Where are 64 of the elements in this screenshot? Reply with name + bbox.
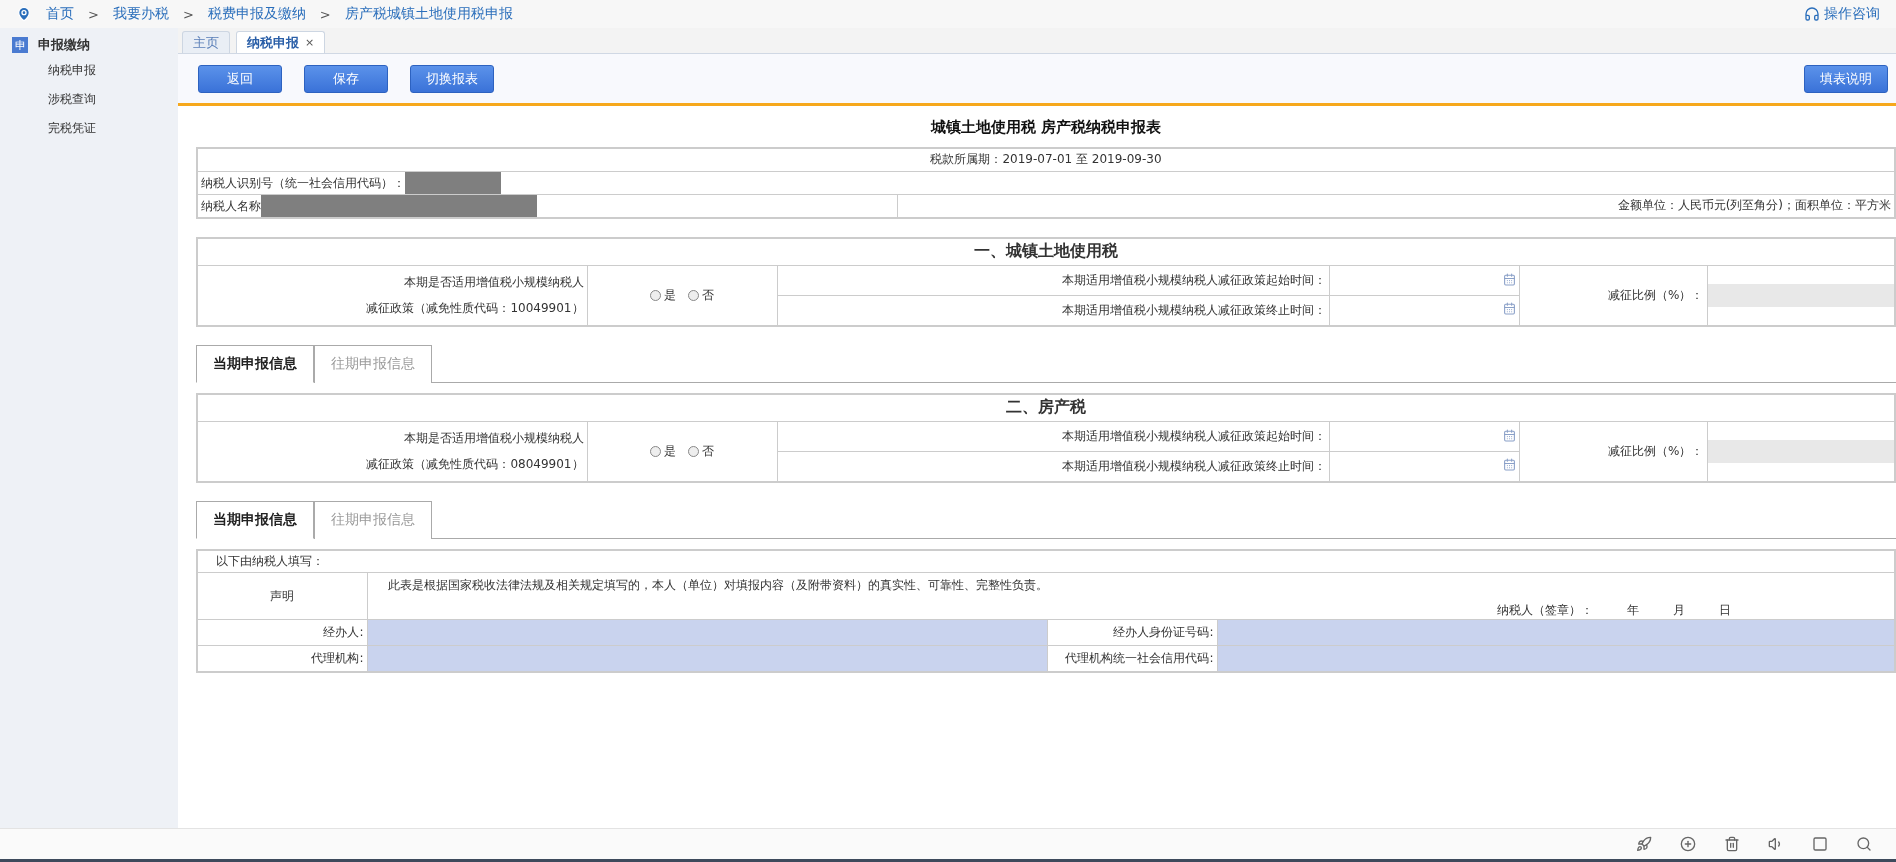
section-badge: 申 [12,37,28,53]
sidebar-item[interactable]: 涉税查询 [0,85,178,114]
radio-option[interactable]: 是 [650,442,676,460]
ratio-label: 减征比例（%）： [1519,265,1707,326]
location-pin-icon [16,6,32,22]
radio-option[interactable]: 否 [688,286,714,304]
question-text: 本期是否适用增值税小规模纳税人 [402,430,584,448]
breadcrumb-separator: > [319,6,331,22]
search-icon[interactable] [1856,836,1872,852]
policy-text: 减征政策（减免性质代码：10049901） [365,300,584,318]
sub-tab[interactable]: 往期申报信息 [314,500,432,539]
ratio-label: 减征比例（%）： [1519,421,1707,482]
breadcrumb-separator: > [182,6,194,22]
start-time-label: 本期适用增值税小规模纳税人减征政策起始时间： [777,421,1329,452]
sidebar-title: 申报缴纳 [38,36,90,54]
sub-tab[interactable]: 当期申报信息 [196,344,314,383]
toolbar-button[interactable]: 保存 [304,64,388,93]
form-title: 城镇土地使用税 房产税纳税申报表 [929,117,1163,138]
page-tab[interactable]: 纳税申报 × [236,31,326,53]
sidebar-item[interactable]: 完税凭证 [0,114,178,143]
sidebar-item[interactable]: 纳税申报 [0,56,178,85]
page-tab[interactable]: 主页 [182,31,230,53]
input-field[interactable] [367,619,1047,646]
toolbar-button[interactable]: 切换报表 [410,64,494,93]
breadcrumb-separator: > [88,6,99,22]
headset-icon[interactable] [1804,6,1820,22]
plus-circle-icon[interactable] [1680,836,1696,852]
calendar-icon[interactable] [1502,428,1516,442]
ratio-field[interactable] [1707,283,1894,307]
calendar-icon[interactable] [1502,272,1516,286]
input-field[interactable] [367,645,1047,672]
radio-option[interactable]: 是 [650,286,676,304]
question-text: 本期是否适用增值税小规模纳税人 [402,274,584,292]
help-link[interactable]: 操作咨询 [1824,5,1880,23]
instructions-button[interactable]: 填表说明 [1804,64,1888,93]
breadcrumb-link[interactable]: 税费申报及缴纳 [207,5,306,23]
rocket-icon[interactable] [1636,836,1652,852]
breadcrumb-link[interactable]: 首页 [46,5,74,23]
signature-label: 纳税人（签章）： [1497,602,1593,619]
field-label: 经办人: [197,619,367,646]
sub-tab[interactable]: 往期申报信息 [314,344,432,383]
year-label: 年 [1627,602,1639,619]
month-label: 月 [1673,602,1685,619]
start-time-label: 本期适用增值税小规模纳税人减征政策起始时间： [777,265,1329,296]
window-icon[interactable] [1812,836,1828,852]
field-label: 经办人身份证号码: [1047,619,1217,646]
close-tab-icon[interactable]: × [305,36,315,49]
ratio-field[interactable] [1707,439,1894,463]
trash-icon[interactable] [1724,836,1740,852]
input-field[interactable] [1217,619,1895,646]
radio-option[interactable]: 否 [688,442,714,460]
toolbar-button[interactable]: 返回 [198,64,282,93]
day-label: 日 [1719,602,1731,619]
calendar-icon[interactable] [1502,302,1516,316]
breadcrumb-link[interactable]: 我要办税 [112,5,169,23]
taxpayer-name-label: 纳税人名称 [201,198,261,212]
calendar-icon[interactable] [1502,458,1516,472]
breadcrumb-link[interactable]: 房产税城镇土地使用税申报 [344,5,513,23]
taxpayer-id-label: 纳税人识别号（统一社会信用代码）： [201,175,405,189]
declaration-label: 声明 [197,572,367,620]
input-field[interactable] [1217,645,1895,672]
sub-tab[interactable]: 当期申报信息 [196,500,314,539]
declaration-text: 此表是根据国家税收法律法规及相关规定填写的，本人（单位）对填报内容（及附带资料）的真实性、可靠性、完整性负责。 [387,577,1049,594]
policy-text: 减征政策（减免性质代码：08049901） [365,456,584,474]
